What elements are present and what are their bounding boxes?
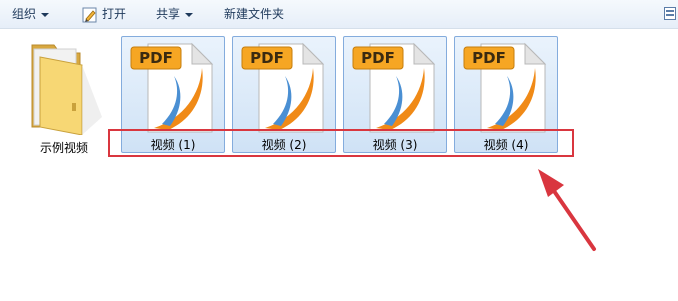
folder-icon xyxy=(31,44,102,136)
pdf-badge: PDF xyxy=(472,49,506,67)
organize-label: 组织 xyxy=(12,7,37,21)
pdf-badge: PDF xyxy=(139,49,173,67)
folder-label: 示例视频 xyxy=(39,141,88,155)
pdf-badge: PDF xyxy=(250,49,284,67)
new-folder-label: 新建文件夹 xyxy=(224,7,285,21)
folder-item[interactable]: 示例视频 xyxy=(14,35,114,155)
open-label: 打开 xyxy=(102,7,127,21)
open-button[interactable]: 打开 xyxy=(82,6,126,22)
chevron-down-icon xyxy=(185,12,194,17)
command-bar: 组织 打开 共享 新建文件夹 xyxy=(0,0,678,29)
new-folder-button[interactable]: 新建文件夹 xyxy=(224,6,284,22)
open-pencil-icon xyxy=(82,7,97,22)
change-view-icon[interactable] xyxy=(664,7,676,20)
chevron-down-icon xyxy=(41,12,50,17)
annotation-arrow-icon xyxy=(538,169,596,251)
file-list-pane: 示例视频 PDF 视频 (1) PDF 视频 (2) PDF 视频 (3) PD… xyxy=(0,29,678,301)
share-button[interactable]: 共享 xyxy=(156,6,194,22)
organize-button[interactable]: 组织 xyxy=(12,6,50,22)
highlight-box xyxy=(108,129,574,157)
pdf-badge: PDF xyxy=(361,49,395,67)
share-label: 共享 xyxy=(156,7,181,21)
